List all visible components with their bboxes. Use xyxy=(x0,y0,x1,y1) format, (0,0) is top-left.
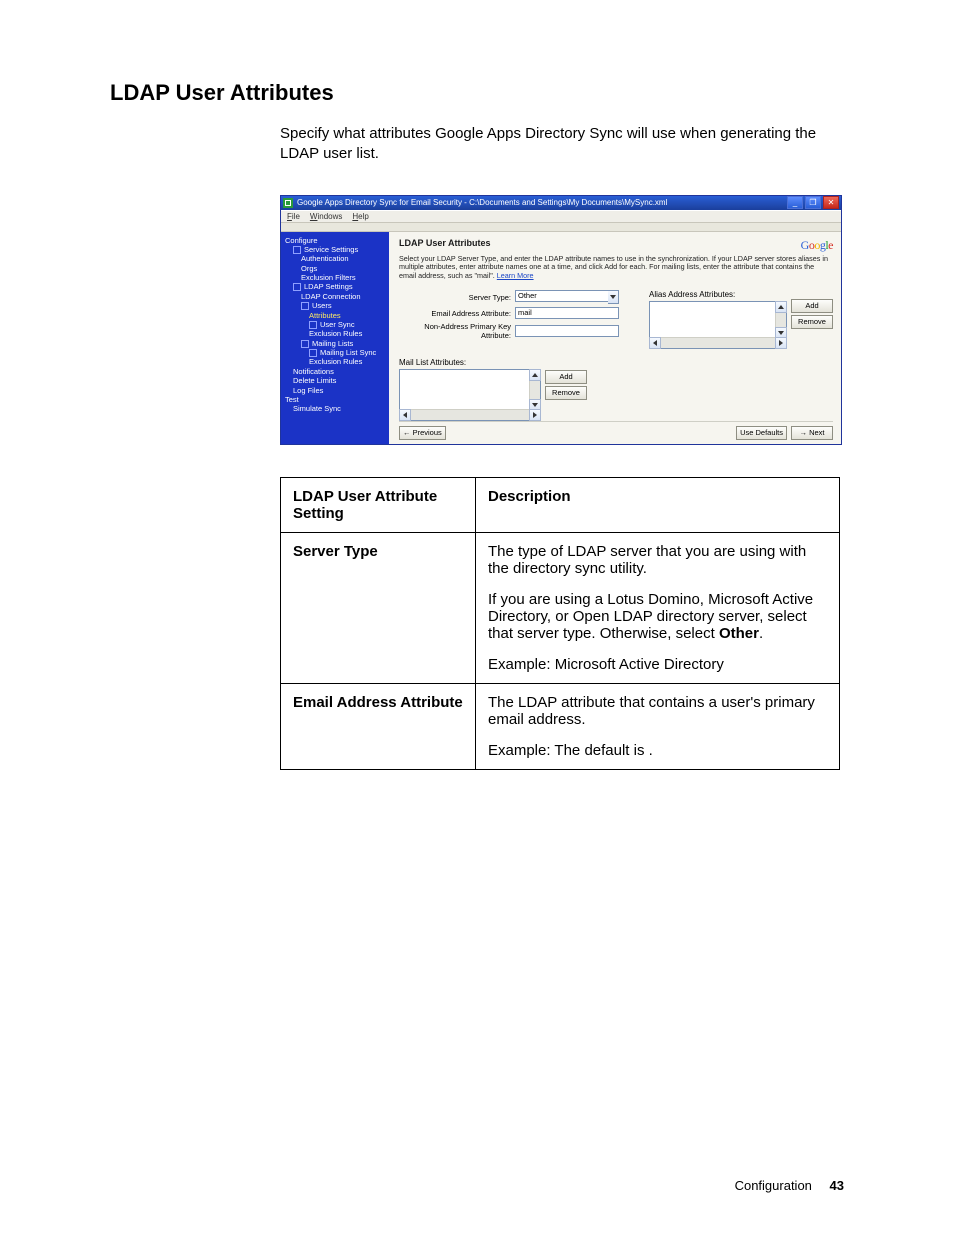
email-attr-label: Email Address Attribute: xyxy=(399,309,511,318)
app-icon xyxy=(283,198,293,208)
tree-simulate-sync[interactable]: Simulate Sync xyxy=(285,404,385,413)
window-title: Google Apps Directory Sync for Email Sec… xyxy=(297,198,667,207)
tree-notifications[interactable]: Notifications xyxy=(285,367,385,376)
intro-text: Specify what attributes Google Apps Dire… xyxy=(280,124,844,165)
main-panel: LDAP User Attributes Google Select your … xyxy=(389,232,841,445)
tree-ldap-connection[interactable]: LDAP Connection xyxy=(285,292,385,301)
tree-mailing-list-sync[interactable]: Mailing List Sync xyxy=(285,348,385,357)
window-maximize-button[interactable]: ❐ xyxy=(805,196,821,209)
tree-attributes[interactable]: Attributes xyxy=(285,311,385,320)
menu-bar: File Windows Help xyxy=(281,210,841,223)
server-type-label: Server Type: xyxy=(399,293,511,302)
alias-listbox[interactable] xyxy=(649,301,787,349)
tree-users[interactable]: Users xyxy=(285,301,385,310)
tree-ldap-settings[interactable]: LDAP Settings xyxy=(285,282,385,291)
mail-list-label: Mail List Attributes: xyxy=(399,358,541,367)
scroll-left-icon[interactable] xyxy=(399,409,411,421)
google-logo: Google xyxy=(801,238,833,253)
tree-mailing-lists[interactable]: Mailing Lists xyxy=(285,339,385,348)
mail-list-add-button[interactable]: Add xyxy=(545,370,587,384)
tree-authentication[interactable]: Authentication xyxy=(285,254,385,263)
server-type-value: Other xyxy=(515,290,608,302)
table-row-description: The type of LDAP server that you are usi… xyxy=(476,533,840,684)
scroll-right-icon[interactable] xyxy=(529,409,541,421)
scroll-left-icon[interactable] xyxy=(649,337,661,349)
nav-tree: Configure Service Settings Authenticatio… xyxy=(281,232,389,445)
attributes-description-table: LDAP User Attribute Setting Description … xyxy=(280,477,840,770)
panel-help-text: Select your LDAP Server Type, and enter … xyxy=(399,255,833,281)
window-minimize-button[interactable]: _ xyxy=(787,196,803,209)
tree-delete-limits[interactable]: Delete Limits xyxy=(285,376,385,385)
page-footer: Configuration 43 xyxy=(735,1178,844,1193)
previous-button[interactable]: ← Previous xyxy=(399,426,446,440)
scroll-up-icon[interactable] xyxy=(775,301,787,313)
footer-page-number: 43 xyxy=(830,1178,844,1193)
menu-file[interactable]: File xyxy=(287,212,300,221)
menu-windows[interactable]: Windows xyxy=(310,212,342,221)
mail-list-remove-button[interactable]: Remove xyxy=(545,386,587,400)
footer-section: Configuration xyxy=(735,1178,812,1193)
tree-exclusion-filters[interactable]: Exclusion Filters xyxy=(285,273,385,282)
alias-label: Alias Address Attributes: xyxy=(649,290,833,299)
table-header-description: Description xyxy=(476,478,840,533)
dropdown-arrow-icon[interactable] xyxy=(608,290,619,304)
alias-add-button[interactable]: Add xyxy=(791,299,833,313)
tree-user-sync[interactable]: User Sync xyxy=(285,320,385,329)
server-type-select[interactable]: Other xyxy=(515,290,619,304)
scroll-right-icon[interactable] xyxy=(775,337,787,349)
mail-list-listbox[interactable] xyxy=(399,369,541,421)
toolbar-strip xyxy=(281,223,841,232)
scroll-up-icon[interactable] xyxy=(529,369,541,381)
table-row-description: The LDAP attribute that contains a user'… xyxy=(476,684,840,770)
window-titlebar: Google Apps Directory Sync for Email Sec… xyxy=(281,196,841,210)
table-row-setting: Server Type xyxy=(281,533,476,684)
table-header-setting: LDAP User Attribute Setting xyxy=(281,478,476,533)
window-close-button[interactable]: ✕ xyxy=(823,196,839,209)
alias-remove-button[interactable]: Remove xyxy=(791,315,833,329)
tree-mailing-exclusion-rules[interactable]: Exclusion Rules xyxy=(285,357,385,366)
tree-user-exclusion-rules[interactable]: Exclusion Rules xyxy=(285,329,385,338)
learn-more-link[interactable]: Learn More xyxy=(497,271,534,280)
tree-service-settings[interactable]: Service Settings xyxy=(285,245,385,254)
tree-configure[interactable]: Configure xyxy=(285,236,385,245)
panel-title: LDAP User Attributes xyxy=(399,238,491,248)
app-window: Google Apps Directory Sync for Email Sec… xyxy=(280,195,842,446)
tree-orgs[interactable]: Orgs xyxy=(285,264,385,273)
table-row-setting: Email Address Attribute xyxy=(281,684,476,770)
nonaddr-input[interactable] xyxy=(515,325,619,337)
menu-help[interactable]: Help xyxy=(352,212,368,221)
tree-test[interactable]: Test xyxy=(285,395,385,404)
tree-log-files[interactable]: Log Files xyxy=(285,386,385,395)
nonaddr-label: Non-Address Primary Key Attribute: xyxy=(399,322,511,340)
next-button[interactable]: → Next xyxy=(791,426,833,440)
use-defaults-button[interactable]: Use Defaults xyxy=(736,426,787,440)
page-title: LDAP User Attributes xyxy=(110,80,844,106)
email-attr-input[interactable]: mail xyxy=(515,307,619,319)
